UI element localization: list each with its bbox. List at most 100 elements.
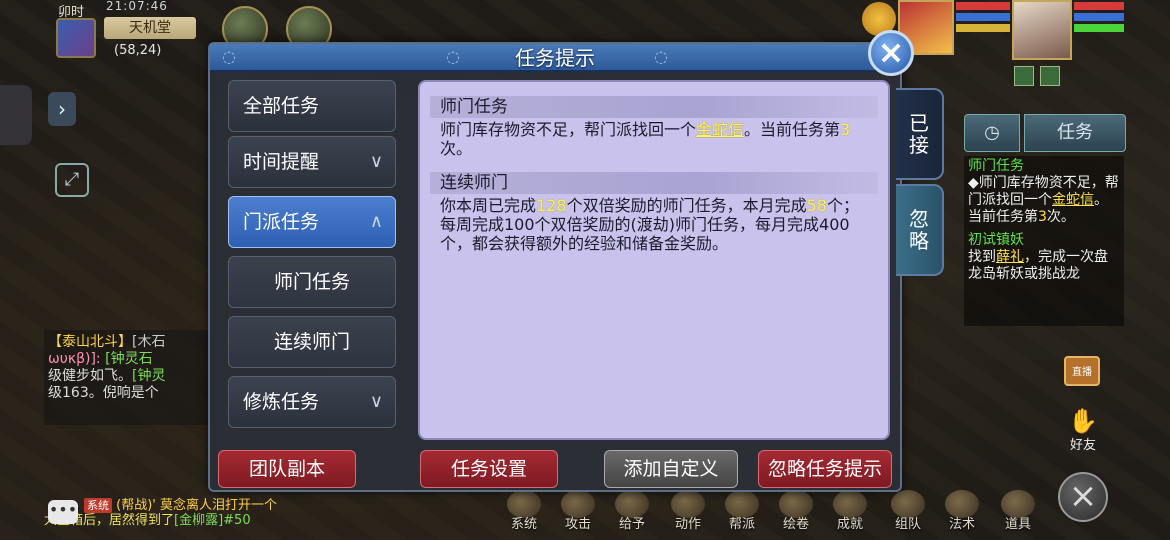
menu-label: 成就: [836, 517, 863, 532]
team-dungeon-button[interactable]: 团队副本: [218, 450, 356, 488]
dialog-title: 任务提示: [515, 46, 595, 70]
ignore-hint-button[interactable]: 忽略任务提示: [758, 450, 892, 488]
section-text: 。当前任务第: [744, 120, 841, 139]
chat-faction-tail: [木石: [132, 334, 166, 350]
section-title: 师门任务: [430, 96, 878, 118]
count-value: 128: [536, 196, 567, 215]
player-portrait[interactable]: [1012, 0, 1072, 60]
tracker-text: 次。: [1046, 209, 1075, 225]
player-status-bars: [1074, 2, 1124, 35]
category-cultivation-tasks[interactable]: 修炼任务 ∨: [228, 376, 396, 428]
live-stream-icon[interactable]: 直播: [1064, 356, 1100, 386]
buff-icon[interactable]: [1014, 66, 1034, 86]
chevron-down-icon: ∨: [369, 391, 383, 412]
system-chat: 系统 (帮战)' 莫念离人泪打开一个 大宝箱后，居然得到了[金柳露]#50: [44, 498, 364, 540]
category-label: 修炼任务: [243, 391, 320, 413]
section-body: 你本周已完成128个双倍奖励的师门任务，本月完成58个；每周完成100个双倍奖励…: [430, 194, 878, 267]
menu-label: 帮派: [728, 517, 755, 532]
give-icon: [615, 490, 649, 518]
friends-button[interactable]: ✋ 好友: [1060, 407, 1106, 453]
achievement-icon: [833, 490, 867, 518]
tab-ignored[interactable]: 忽略: [896, 184, 944, 276]
category-sect-tasks[interactable]: 门派任务 ∧: [228, 196, 396, 248]
menu-label: 系统: [510, 517, 537, 532]
category-all-tasks[interactable]: 全部任务: [228, 80, 396, 132]
skill-icon: [945, 490, 979, 518]
timer-icon[interactable]: ◷: [964, 114, 1020, 152]
chat-sender: ωυκβ)]:: [48, 351, 106, 367]
chat-panel[interactable]: 【泰山北斗】[木石 ωυκβ)]: [钟灵石 级健步如飞。[钟灵 级163。倪响…: [44, 330, 214, 425]
section-text: 你本周已完成: [440, 196, 537, 215]
menu-achievement[interactable]: 成就: [830, 490, 870, 532]
tracker-count: 3: [1038, 209, 1047, 225]
friends-label: 好友: [1069, 438, 1096, 453]
category-label: 时间提醒: [243, 151, 320, 173]
buff-icon[interactable]: [1040, 66, 1060, 86]
chevron-down-icon: ∨: [369, 151, 383, 172]
menu-system[interactable]: 系统: [504, 490, 544, 532]
menu-label: 给予: [618, 517, 645, 532]
handshake-icon: ✋: [1068, 407, 1098, 435]
close-menu-icon[interactable]: ×: [1058, 472, 1108, 522]
bag-icon: [1001, 490, 1035, 518]
expand-arrow-icon[interactable]: ›: [48, 92, 76, 126]
team-icon: [891, 490, 925, 518]
system-tag: 系统: [84, 498, 112, 513]
menu-action[interactable]: 动作: [668, 490, 708, 532]
section-text: 次。: [440, 139, 473, 158]
menu-scroll[interactable]: 绘卷: [776, 490, 816, 532]
minimap-icon[interactable]: [56, 18, 96, 58]
category-time-reminder[interactable]: 时间提醒 ∨: [228, 136, 396, 188]
menu-label: 绘卷: [782, 517, 809, 532]
tracker-task-tab[interactable]: 任务: [1024, 114, 1126, 152]
coordinates: (58,24): [114, 43, 162, 58]
clock-label: 21:07:46: [106, 0, 168, 13]
location-name[interactable]: 天机堂: [104, 17, 196, 39]
attack-icon: [561, 490, 595, 518]
tracker-item-link[interactable]: 金蛇信: [1052, 192, 1094, 208]
chat-line: 级163。倪响是个: [48, 385, 210, 402]
chat-link[interactable]: [钟灵: [132, 368, 165, 384]
chat-faction-name: 【泰山北斗】: [48, 334, 132, 350]
task-tracker[interactable]: 师门任务 ◆师门库存物资不足，帮门派找回一个金蛇信。当前任务第3次。 初试镇妖 …: [964, 156, 1124, 326]
tracker-npc-link[interactable]: 薛礼: [996, 249, 1024, 265]
chat-line: 级健步如飞。[钟灵: [48, 368, 210, 385]
tracker-task-title[interactable]: 师门任务: [968, 158, 1120, 175]
chat-bubble-icon[interactable]: •••: [48, 500, 78, 524]
chat-line: ωυκβ)]: [钟灵石: [48, 351, 210, 368]
fullscreen-icon[interactable]: ⤢: [55, 163, 89, 197]
category-label: 门派任务: [243, 211, 320, 233]
chat-link[interactable]: [钟灵石: [105, 351, 152, 367]
menu-guild[interactable]: 帮派: [722, 490, 762, 532]
dialog-header: ◌ ◌ ◌ 任务提示: [210, 44, 900, 72]
system-msg-1: (帮战)' 莫念离人泪打开一个: [116, 498, 277, 513]
subcategory-master-task[interactable]: 师门任务: [228, 256, 396, 308]
category-label: 全部任务: [243, 95, 320, 117]
system-msg-item[interactable]: [金柳露]#50: [174, 513, 251, 528]
section-title: 连续师门: [430, 172, 878, 194]
add-custom-button[interactable]: 添加自定义: [604, 450, 738, 488]
subcategory-continuous-master[interactable]: 连续师门: [228, 316, 396, 368]
tab-label: 已接: [909, 111, 929, 157]
menu-give[interactable]: 给予: [612, 490, 652, 532]
chat-line: 【泰山北斗】[木石: [48, 334, 210, 351]
menu-label: 攻击: [564, 517, 591, 532]
left-edge-tab[interactable]: [0, 85, 32, 145]
pet-status-bars: [956, 2, 1010, 35]
tracker-task-title[interactable]: 初试镇妖: [968, 232, 1120, 249]
bottom-menu-bar: 系统 攻击 给予 动作 帮派 绘卷 成就 组队 法术 道具: [500, 490, 1040, 540]
dialog-close-icon[interactable]: ×: [868, 30, 914, 76]
chat-text: 级163。倪响是个: [48, 385, 159, 401]
count-value: 3: [840, 120, 851, 139]
count-value: 58: [806, 196, 827, 215]
tab-accepted[interactable]: 已接: [896, 88, 944, 180]
menu-attack[interactable]: 攻击: [558, 490, 598, 532]
category-label: 师门任务: [273, 271, 350, 293]
menu-skill[interactable]: 法术: [942, 490, 982, 532]
menu-label: 动作: [674, 517, 701, 532]
chevron-up-icon: ∧: [369, 211, 383, 232]
item-link[interactable]: 金蛇信: [696, 120, 744, 139]
menu-team[interactable]: 组队: [888, 490, 928, 532]
menu-items[interactable]: 道具: [998, 490, 1038, 532]
task-settings-button[interactable]: 任务设置: [420, 450, 558, 488]
